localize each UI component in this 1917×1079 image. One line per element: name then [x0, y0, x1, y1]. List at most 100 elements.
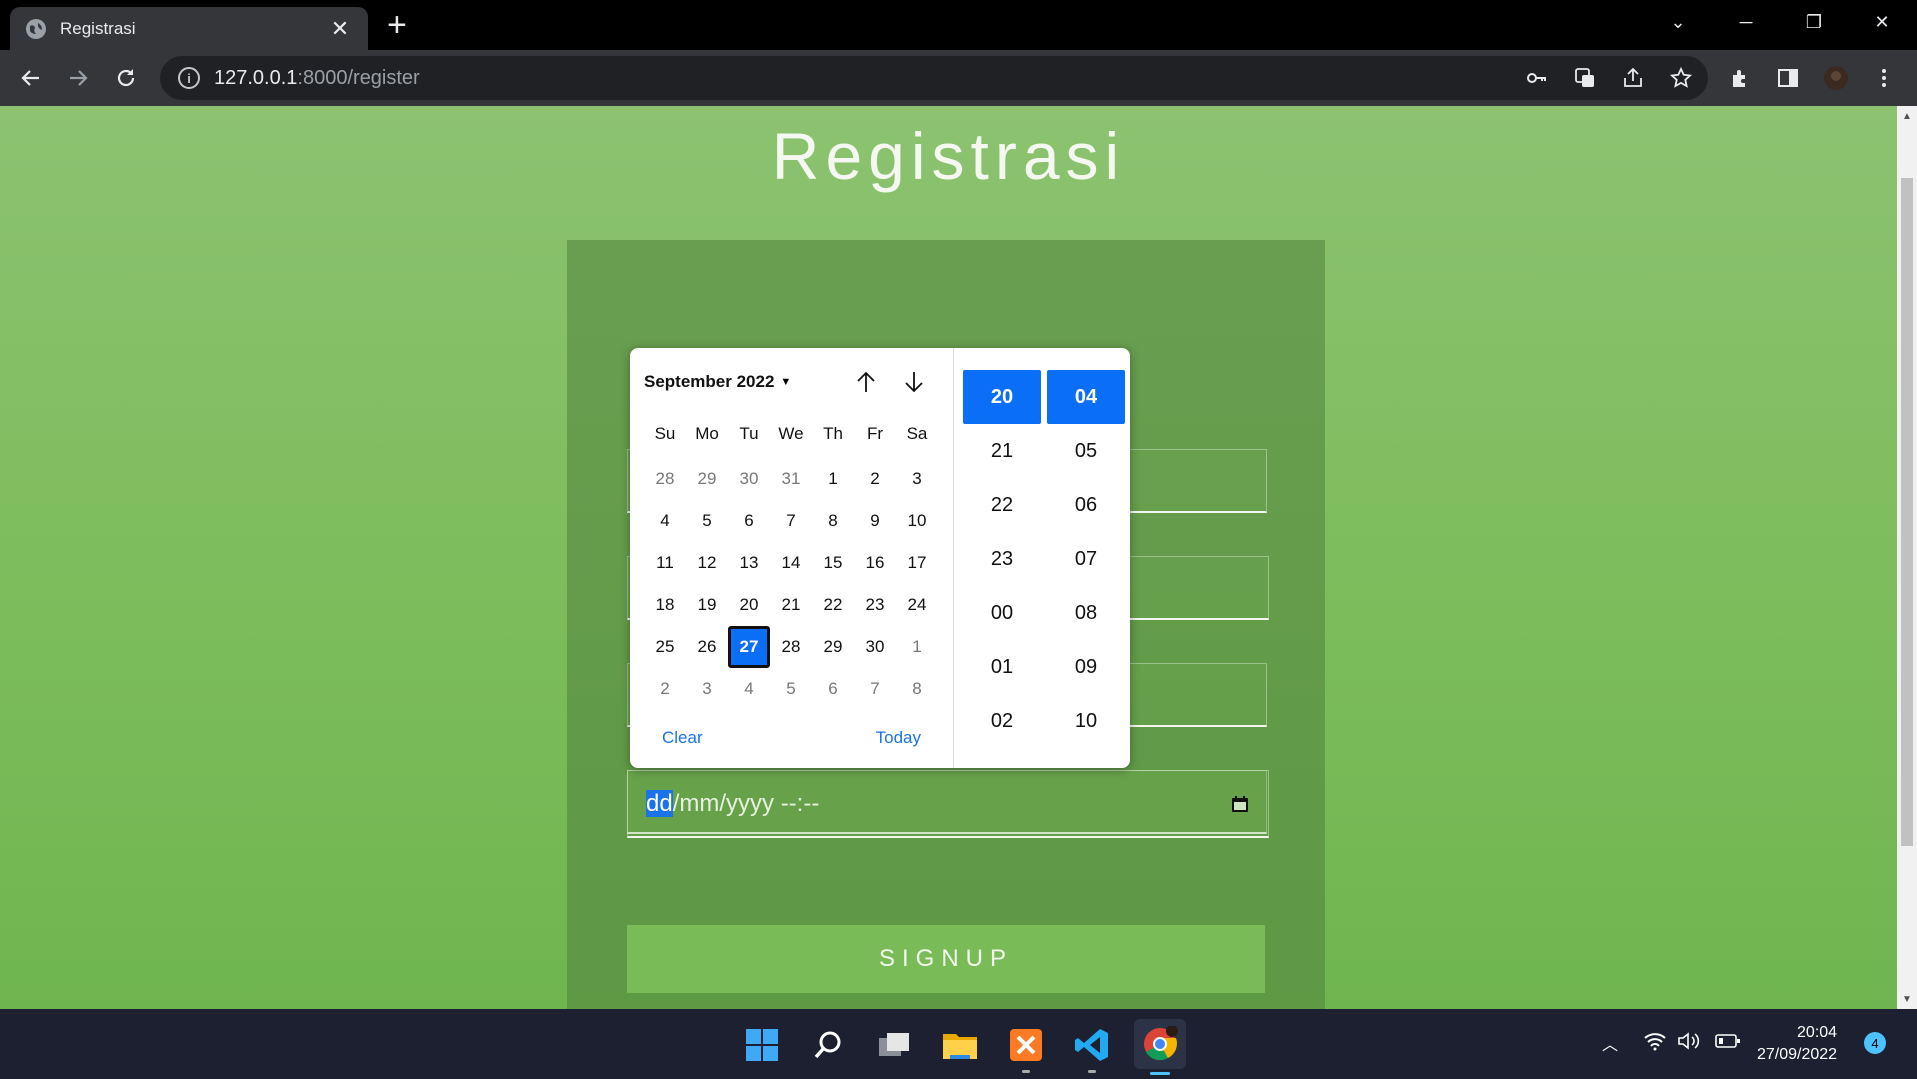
scroll-down-arrow-icon[interactable]: ▼ — [1897, 989, 1917, 1009]
calendar-day[interactable]: 10 — [896, 500, 938, 542]
signup-button[interactable]: SIGNUP — [627, 925, 1265, 993]
minute-option[interactable]: 04 — [1047, 370, 1125, 424]
minute-option[interactable]: 10 — [1047, 694, 1125, 748]
back-arrow-icon[interactable] — [13, 60, 49, 96]
calendar-day[interactable]: 30 — [854, 626, 896, 668]
share-icon[interactable] — [1621, 66, 1645, 90]
calendar-day[interactable]: 2 — [854, 458, 896, 500]
hour-option[interactable]: 00 — [963, 586, 1041, 640]
calendar-day[interactable]: 31 — [770, 458, 812, 500]
next-month-arrow-icon[interactable] — [900, 368, 928, 396]
calendar-day[interactable]: 1 — [812, 458, 854, 500]
calendar-day[interactable]: 19 — [686, 584, 728, 626]
calendar-day[interactable]: 3 — [896, 458, 938, 500]
notification-badge[interactable]: 4 — [1864, 1032, 1886, 1054]
tab-close-icon[interactable]: ✕ — [328, 16, 352, 42]
minute-option[interactable]: 08 — [1047, 586, 1125, 640]
calendar-day[interactable]: 30 — [728, 458, 770, 500]
calendar-day[interactable]: 1 — [896, 626, 938, 668]
show-hidden-icons-chevron-icon[interactable]: ︿ — [1602, 1031, 1618, 1055]
browser-menu-icon[interactable] — [1866, 60, 1902, 96]
hour-option[interactable]: 22 — [963, 478, 1041, 532]
restore-button[interactable]: ❐ — [1786, 0, 1842, 44]
hour-option[interactable]: 21 — [963, 424, 1041, 478]
calendar-day[interactable]: 15 — [812, 542, 854, 584]
minute-option[interactable]: 07 — [1047, 532, 1125, 586]
calendar-day[interactable]: 2 — [644, 668, 686, 710]
calendar-day[interactable]: 7 — [770, 500, 812, 542]
hour-option[interactable]: 02 — [963, 694, 1041, 748]
hour-option[interactable]: 20 — [963, 370, 1041, 424]
chrome-icon[interactable] — [1134, 1019, 1186, 1075]
calendar-day[interactable]: 24 — [896, 584, 938, 626]
scroll-up-arrow-icon[interactable]: ▲ — [1897, 106, 1917, 126]
calendar-day[interactable]: 21 — [770, 584, 812, 626]
day-segment[interactable]: dd — [646, 789, 673, 817]
task-view-icon[interactable] — [872, 1023, 916, 1067]
volume-icon[interactable] — [1677, 1031, 1701, 1056]
profile-avatar[interactable] — [1818, 60, 1854, 96]
hour-option[interactable]: 23 — [963, 532, 1041, 586]
hour-option[interactable]: 01 — [963, 640, 1041, 694]
wifi-icon[interactable] — [1643, 1031, 1667, 1056]
calendar-day[interactable]: 29 — [686, 458, 728, 500]
site-info-icon[interactable]: i — [178, 67, 200, 89]
calendar-day[interactable]: 28 — [644, 458, 686, 500]
calendar-day[interactable]: 4 — [644, 500, 686, 542]
selected-day[interactable]: 27 — [728, 626, 770, 668]
calendar-day[interactable]: 20 — [728, 584, 770, 626]
datetime-input[interactable]: dd/mm/yyyy --:-- — [627, 770, 1269, 838]
calendar-day[interactable]: 22 — [812, 584, 854, 626]
calendar-day[interactable]: 6 — [728, 500, 770, 542]
calendar-day[interactable]: 16 — [854, 542, 896, 584]
scrollbar-thumb[interactable] — [1901, 178, 1913, 846]
page-scrollbar[interactable]: ▲ ▼ — [1897, 106, 1917, 1009]
calendar-day[interactable]: 29 — [812, 626, 854, 668]
month-year-selector[interactable]: September 2022 — [644, 372, 774, 392]
minute-option[interactable]: 06 — [1047, 478, 1125, 532]
battery-icon[interactable] — [1715, 1031, 1741, 1056]
system-clock[interactable]: 20:04 27/09/2022 — [1757, 1022, 1837, 1066]
bookmark-star-icon[interactable] — [1669, 66, 1693, 90]
calendar-day[interactable]: 26 — [686, 626, 728, 668]
address-bar[interactable]: i 127.0.0.1:8000/register — [160, 56, 1708, 100]
calendar-day[interactable]: 8 — [812, 500, 854, 542]
calendar-day[interactable]: 18 — [644, 584, 686, 626]
translate-icon[interactable] — [1573, 66, 1597, 90]
search-icon[interactable] — [806, 1023, 850, 1067]
previous-month-arrow-icon[interactable] — [852, 368, 880, 396]
calendar-day[interactable]: 14 — [770, 542, 812, 584]
close-window-button[interactable]: ✕ — [1854, 0, 1910, 44]
extensions-icon[interactable] — [1722, 60, 1758, 96]
caret-down-icon[interactable]: ▼ — [780, 376, 791, 388]
tab-search-icon[interactable]: ⌄ — [1650, 0, 1706, 44]
side-panel-icon[interactable] — [1770, 60, 1806, 96]
calendar-day[interactable]: 4 — [728, 668, 770, 710]
minimize-button[interactable]: ─ — [1718, 0, 1774, 44]
calendar-day[interactable]: 3 — [686, 668, 728, 710]
minute-option[interactable]: 05 — [1047, 424, 1125, 478]
calendar-day[interactable]: 11 — [644, 542, 686, 584]
reload-icon[interactable] — [108, 60, 144, 96]
calendar-day[interactable]: 28 — [770, 626, 812, 668]
vscode-icon[interactable] — [1070, 1023, 1114, 1073]
calendar-day[interactable]: 17 — [896, 542, 938, 584]
calendar-day[interactable]: 7 — [854, 668, 896, 710]
calendar-day[interactable]: 25 — [644, 626, 686, 668]
browser-tab[interactable]: Registrasi ✕ — [10, 7, 368, 51]
calendar-day[interactable]: 13 — [728, 542, 770, 584]
forward-arrow-icon[interactable] — [60, 60, 96, 96]
calendar-day[interactable]: 6 — [812, 668, 854, 710]
calendar-day[interactable]: 23 — [854, 584, 896, 626]
start-icon[interactable] — [740, 1023, 784, 1067]
file-explorer-icon[interactable] — [938, 1023, 982, 1067]
calendar-day[interactable]: 9 — [854, 500, 896, 542]
calendar-day[interactable]: 8 — [896, 668, 938, 710]
calendar-day[interactable]: 5 — [770, 668, 812, 710]
new-tab-button[interactable]: + — [387, 8, 407, 42]
xampp-icon[interactable] — [1004, 1023, 1048, 1073]
calendar-icon[interactable] — [1230, 794, 1250, 814]
clear-button[interactable]: Clear — [662, 728, 703, 748]
minute-option[interactable]: 09 — [1047, 640, 1125, 694]
today-button[interactable]: Today — [876, 728, 921, 748]
